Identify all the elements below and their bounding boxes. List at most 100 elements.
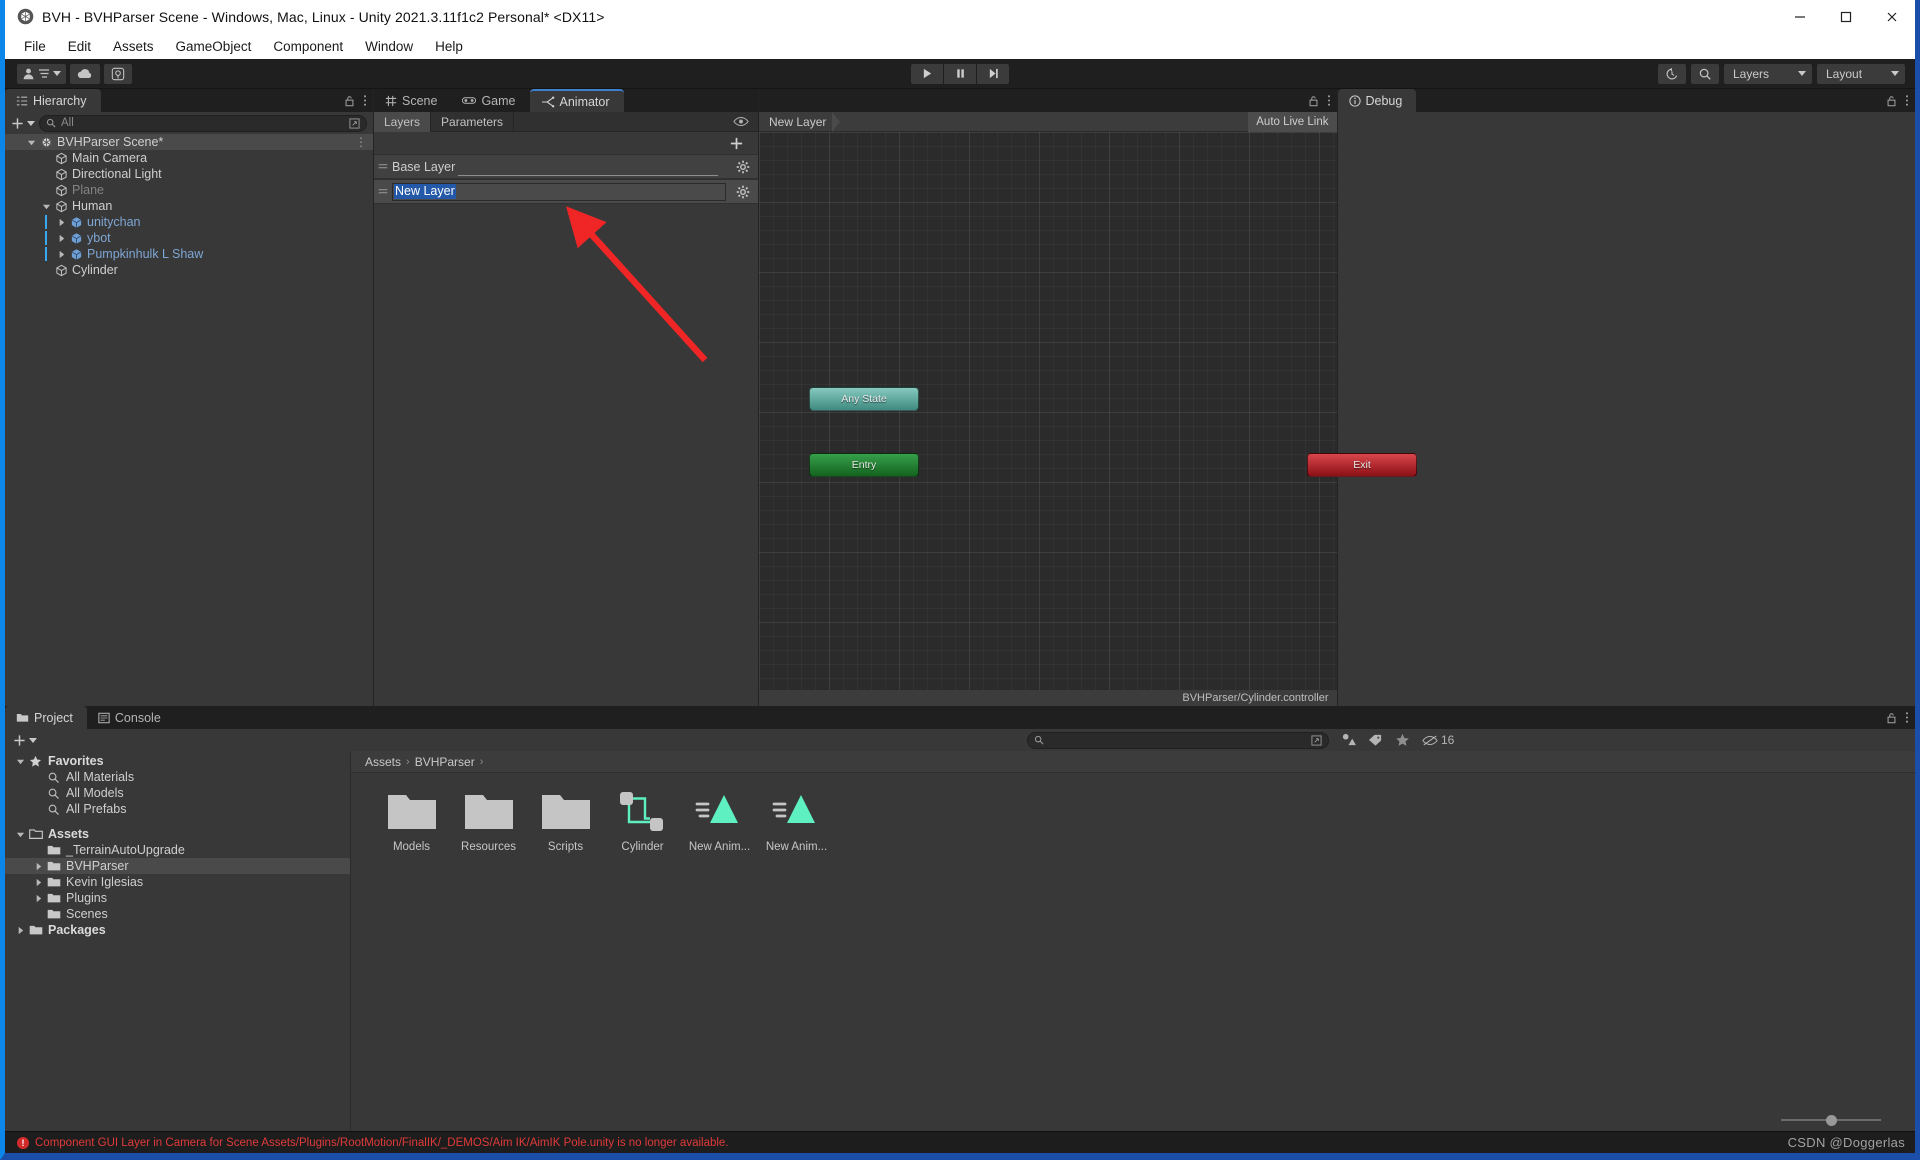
undo-history-button[interactable] bbox=[1658, 63, 1686, 84]
account-button[interactable] bbox=[17, 63, 66, 84]
project-tree-item-favorites[interactable]: Favorites bbox=[5, 753, 350, 769]
menu-item-window[interactable]: Window bbox=[354, 37, 424, 56]
asset-item[interactable]: Cylinder bbox=[604, 789, 681, 853]
menu-item-help[interactable]: Help bbox=[424, 37, 474, 56]
hierarchy-item-bvhparser-scene[interactable]: BVHParser Scene* ⋮ bbox=[5, 134, 373, 150]
layer-name-input[interactable]: New Layer bbox=[392, 182, 726, 201]
lock-icon[interactable] bbox=[1886, 95, 1897, 107]
breadcrumb-layer-name[interactable]: New Layer bbox=[759, 115, 832, 129]
state-node-exit[interactable]: Exit bbox=[1307, 453, 1417, 477]
expand-icon[interactable] bbox=[349, 117, 360, 129]
expand-toggle[interactable] bbox=[55, 250, 68, 259]
project-tree-item-all-materials[interactable]: All Materials bbox=[5, 769, 350, 785]
layer-weight-slider[interactable] bbox=[458, 175, 718, 176]
project-tree-item-bvhparser[interactable]: BVHParser bbox=[5, 858, 350, 874]
tab-animator[interactable]: Animator bbox=[529, 89, 624, 112]
asset-item[interactable]: Resources bbox=[450, 789, 527, 853]
chevron-right-icon[interactable] bbox=[16, 926, 25, 935]
tab-scene[interactable]: Scene bbox=[374, 89, 451, 112]
breadcrumb-segment[interactable]: Assets bbox=[365, 755, 401, 769]
layers-dropdown[interactable]: Layers bbox=[1724, 63, 1812, 84]
project-tree-item-terrainautoupgrade[interactable]: _TerrainAutoUpgrade bbox=[5, 842, 350, 858]
close-button[interactable] bbox=[1869, 0, 1915, 33]
minimize-button[interactable] bbox=[1777, 0, 1823, 33]
slider-knob[interactable] bbox=[1826, 1114, 1837, 1126]
subtab-layers[interactable]: Layers bbox=[374, 111, 432, 132]
status-bar[interactable]: ! Component GUI Layer in Camera for Scen… bbox=[5, 1131, 1915, 1153]
asset-item[interactable]: New Anim... bbox=[758, 789, 835, 853]
kebab-icon[interactable]: ⋮ bbox=[355, 136, 367, 148]
auto-live-link-button[interactable]: Auto Live Link bbox=[1248, 112, 1337, 132]
kebab-icon[interactable] bbox=[1905, 711, 1909, 724]
kebab-icon[interactable] bbox=[363, 94, 367, 107]
cloud-button[interactable] bbox=[70, 63, 100, 84]
hierarchy-item-human[interactable]: Human bbox=[5, 198, 373, 214]
icon-size-slider[interactable] bbox=[1781, 1114, 1881, 1126]
eye-icon[interactable] bbox=[733, 116, 749, 127]
project-tree-item-plugins[interactable]: Plugins bbox=[5, 890, 350, 906]
plus-icon[interactable] bbox=[729, 136, 744, 151]
filter-type-icon[interactable] bbox=[1341, 733, 1356, 747]
project-search-input[interactable] bbox=[1027, 731, 1329, 749]
hidden-packages-indicator[interactable]: 16 bbox=[1422, 733, 1454, 747]
tab-console[interactable]: Console bbox=[87, 706, 175, 729]
hierarchy-item-unitychan[interactable]: unitychan bbox=[5, 214, 373, 230]
project-tree-item-scenes[interactable]: Scenes bbox=[5, 906, 350, 922]
menu-item-gameobject[interactable]: GameObject bbox=[165, 37, 263, 56]
hierarchy-item-pumpkinhulk-l-shaw[interactable]: Pumpkinhulk L Shaw bbox=[5, 246, 373, 262]
hierarchy-item-cylinder[interactable]: Cylinder bbox=[5, 262, 373, 278]
star-icon[interactable] bbox=[1395, 733, 1410, 747]
grip-icon[interactable] bbox=[374, 187, 392, 196]
pause-button[interactable] bbox=[944, 63, 976, 84]
project-add-button[interactable] bbox=[13, 734, 37, 747]
chevron-down-icon[interactable] bbox=[42, 202, 51, 211]
hierarchy-item-directional-light[interactable]: Directional Light bbox=[5, 166, 373, 182]
hierarchy-tree[interactable]: BVHParser Scene* ⋮ Main Camera Directional … bbox=[5, 134, 373, 706]
project-breadcrumb[interactable]: Assets › BVHParser › bbox=[351, 751, 1915, 773]
lock-icon[interactable] bbox=[1886, 712, 1897, 724]
project-folder-tree[interactable]: Favorites All Materials All Models All Pref… bbox=[5, 751, 351, 1131]
subtab-parameters[interactable]: Parameters bbox=[431, 111, 515, 132]
expand-toggle[interactable] bbox=[40, 202, 53, 211]
project-tree-item-packages[interactable]: Packages bbox=[5, 922, 350, 938]
chevron-right-icon[interactable] bbox=[34, 862, 43, 871]
animator-layer-row-new-layer[interactable]: New Layer bbox=[374, 179, 758, 204]
tab-project[interactable]: Project bbox=[5, 706, 87, 729]
layout-dropdown[interactable]: Layout bbox=[1817, 63, 1905, 84]
chevron-right-icon[interactable] bbox=[57, 218, 66, 227]
asset-item[interactable]: Models bbox=[373, 789, 450, 853]
asset-item[interactable]: Scripts bbox=[527, 789, 604, 853]
hierarchy-item-plane[interactable]: Plane bbox=[5, 182, 373, 198]
menu-item-file[interactable]: File bbox=[13, 37, 57, 56]
chevron-down-icon[interactable] bbox=[16, 830, 25, 839]
asset-grid[interactable]: Models Resources Scripts Cylinder New Anim..… bbox=[351, 773, 1915, 1109]
collab-button[interactable] bbox=[104, 63, 132, 84]
search-button[interactable] bbox=[1691, 63, 1719, 84]
layer-settings-button[interactable] bbox=[728, 185, 758, 199]
tab-game[interactable]: Game bbox=[451, 89, 529, 112]
animator-layer-row-base-layer[interactable]: Base Layer bbox=[374, 154, 758, 179]
hierarchy-item-main-camera[interactable]: Main Camera bbox=[5, 150, 373, 166]
expand-icon[interactable] bbox=[1311, 734, 1322, 746]
chevron-down-icon[interactable] bbox=[27, 138, 36, 147]
chevron-right-icon[interactable] bbox=[34, 878, 43, 887]
breadcrumb-segment[interactable]: BVHParser bbox=[415, 755, 475, 769]
lock-icon[interactable] bbox=[1308, 95, 1319, 107]
lock-icon[interactable] bbox=[344, 95, 355, 107]
chevron-down-icon[interactable] bbox=[16, 757, 25, 766]
maximize-button[interactable] bbox=[1823, 0, 1869, 33]
expand-toggle[interactable] bbox=[13, 757, 27, 766]
chevron-right-icon[interactable] bbox=[34, 894, 43, 903]
chevron-right-icon[interactable] bbox=[57, 234, 66, 243]
layer-settings-button[interactable] bbox=[728, 160, 758, 174]
project-tree-item-all-models[interactable]: All Models bbox=[5, 785, 350, 801]
expand-toggle[interactable] bbox=[55, 234, 68, 243]
project-tree-item-kevin-iglesias[interactable]: Kevin Iglesias bbox=[5, 874, 350, 890]
step-button[interactable] bbox=[977, 63, 1009, 84]
filter-label-icon[interactable] bbox=[1368, 733, 1383, 747]
tab-hierarchy[interactable]: Hierarchy bbox=[5, 89, 101, 112]
hierarchy-add-button[interactable] bbox=[11, 117, 35, 130]
project-tree-item-all-prefabs[interactable]: All Prefabs bbox=[5, 801, 350, 817]
state-machine-canvas[interactable]: Any State Entry Exit bbox=[759, 132, 1417, 690]
state-node-entry[interactable]: Entry bbox=[809, 453, 919, 477]
